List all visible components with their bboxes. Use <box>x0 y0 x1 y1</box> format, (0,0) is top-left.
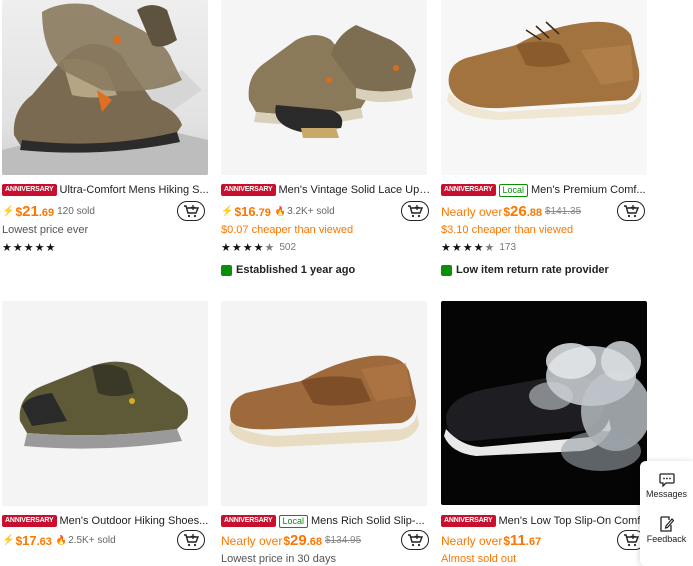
lightning-icon: ⚡ <box>2 534 15 546</box>
anniversary-badge: ANNIVERSARY <box>221 184 276 196</box>
price-note: $3.10 cheaper than viewed <box>441 224 574 236</box>
lightning-icon: ⚡ <box>2 205 15 217</box>
trust-indicator: Low item return rate provider <box>441 264 609 276</box>
anniversary-badge: ANNIVERSARY <box>2 184 57 196</box>
add-to-cart-button[interactable] <box>617 201 645 221</box>
product-image[interactable] <box>2 301 208 506</box>
product-image[interactable] <box>221 301 427 506</box>
feedback-icon <box>660 516 674 532</box>
store-icon <box>221 264 232 276</box>
product-image[interactable] <box>221 0 427 175</box>
anniversary-badge: ANNIVERSARY <box>221 515 276 527</box>
cart-plus-icon <box>184 534 199 547</box>
product-image[interactable] <box>2 0 208 175</box>
feedback-label: Feedback <box>646 534 687 544</box>
floating-side-panel: Messages Feedback <box>640 461 693 566</box>
product-title[interactable]: Ultra-Comfort Mens Hiking S... <box>60 184 209 196</box>
cart-plus-icon <box>408 534 423 547</box>
sold-count: 2.5K+ sold <box>68 534 116 546</box>
anniversary-badge: ANNIVERSARY <box>441 184 496 196</box>
add-to-cart-button[interactable] <box>401 201 429 221</box>
star-rating: ★★★★★ <box>2 242 57 254</box>
anniversary-badge: ANNIVERSARY <box>2 515 57 527</box>
feedback-button[interactable]: Feedback <box>640 516 693 544</box>
messages-label: Messages <box>645 489 688 499</box>
product-price: $17.63 <box>15 532 52 548</box>
price-note: Lowest price in 30 days <box>221 553 336 565</box>
add-to-cart-button[interactable] <box>401 530 429 550</box>
product-title[interactable]: Mens Rich Solid Slip-... <box>311 515 425 527</box>
cart-plus-icon <box>408 205 423 218</box>
price-note: Almost sold out <box>441 553 517 565</box>
product-image[interactable] <box>441 0 647 175</box>
messages-button[interactable]: Messages <box>640 473 693 499</box>
product-price: Nearly over $29.68 <box>221 531 323 549</box>
sold-count: 120 sold <box>57 205 95 217</box>
product-image[interactable] <box>441 301 647 505</box>
sold-count: 3.2K+ sold <box>287 205 335 217</box>
original-price: $141.35 <box>545 205 582 217</box>
local-badge: Local <box>498 183 529 197</box>
star-rating: ★★★★ ★ 502 <box>221 242 297 254</box>
add-to-cart-button[interactable] <box>177 201 205 221</box>
product-title[interactable]: Men's Outdoor Hiking Shoes... <box>60 515 209 527</box>
flame-icon: 🔥 <box>274 205 287 216</box>
star-rating: ★★★★ ★ 173 <box>441 242 517 254</box>
review-count: 502 <box>279 242 297 253</box>
product-price: $21.69 <box>15 202 55 220</box>
lightning-icon: ⚡ <box>221 205 234 217</box>
product-price: Nearly over $11.67 <box>441 531 542 549</box>
product-title[interactable]: Men's Low Top Slip-On Comf... <box>499 515 650 527</box>
cart-plus-icon <box>624 205 639 218</box>
local-badge: Local <box>278 514 309 528</box>
product-title[interactable]: Men's Premium Comf... <box>531 184 646 196</box>
flame-icon: 🔥 <box>55 534 68 545</box>
add-to-cart-button[interactable] <box>177 530 205 550</box>
cart-plus-icon <box>184 205 199 218</box>
original-price: $134.95 <box>325 534 362 546</box>
product-price: $16.79 <box>234 203 271 219</box>
trust-indicator: Established 1 year ago <box>221 264 355 276</box>
product-title[interactable]: Men's Vintage Solid Lace Up ... <box>279 184 432 196</box>
chat-icon <box>658 473 675 487</box>
product-price: Nearly over $26.88 <box>441 202 543 220</box>
price-note: $0.07 cheaper than viewed <box>221 224 354 236</box>
cart-plus-icon <box>624 534 639 547</box>
return-icon <box>441 264 452 276</box>
anniversary-badge: ANNIVERSARY <box>441 515 496 527</box>
price-note: Lowest price ever <box>2 224 89 236</box>
review-count: 173 <box>499 242 517 253</box>
